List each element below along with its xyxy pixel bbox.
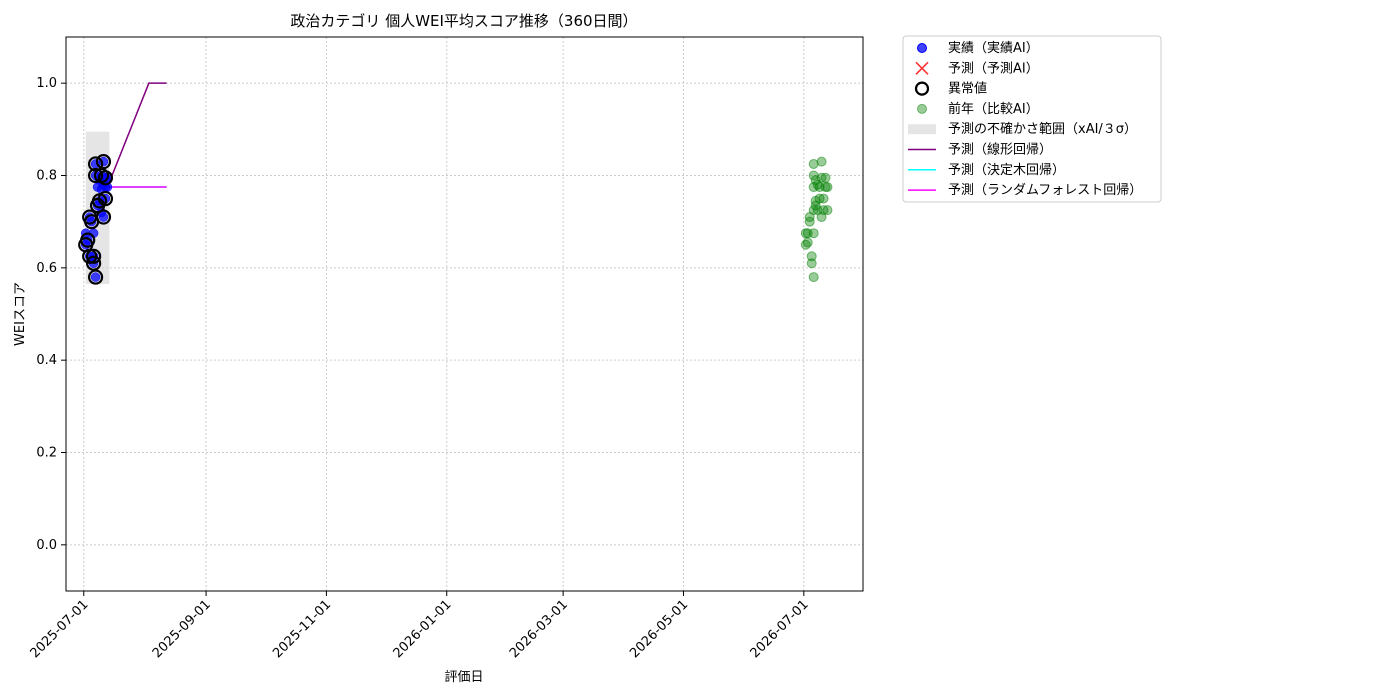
actual-point — [90, 272, 101, 282]
x-axis-ticks: 2025-07-01 2025-09-01 2025-11-01 2026-01-01… — [28, 591, 812, 661]
legend-label: 実績（実績AI） — [948, 40, 1039, 56]
grid-lines — [66, 37, 863, 591]
legend-label: 前年（比較AI） — [948, 101, 1039, 117]
y-tick-label: 0.6 — [36, 261, 57, 276]
y-tick-label: 0.0 — [36, 538, 57, 553]
legend-actual-symbol — [917, 43, 927, 53]
previous-year-point — [806, 258, 817, 269]
y-tick-label: 0.2 — [36, 446, 57, 461]
series-layer — [78, 82, 833, 285]
y-axis-ticks: 0.0 0.2 0.4 0.6 0.8 1.0 — [36, 76, 66, 553]
x-axis-label: 評価日 — [444, 670, 483, 685]
x-tick-label: 2025-09-01 — [150, 597, 214, 661]
previous-year-point — [822, 182, 833, 193]
x-tick-label: 2026-03-01 — [507, 597, 571, 661]
previous-year-point — [808, 228, 819, 239]
previous-year-point — [808, 272, 819, 283]
legend-label: 予測（ランダムフォレスト回帰） — [948, 182, 1142, 198]
y-axis-label: WEIスコア — [13, 282, 28, 346]
legend-label: 予測の不確かさ範囲（xAI/３σ） — [948, 121, 1137, 137]
legend: 実績（実績AI） 予測（予測AI） 異常値前年（比較AI） 予測の不確かさ範囲（xAI… — [902, 35, 1162, 203]
linear-regression-line — [106, 82, 167, 188]
previous-year-point — [820, 172, 831, 183]
actual-point — [98, 212, 109, 222]
legend-label: 予測（決定木回帰） — [948, 162, 1065, 178]
chart-title: 政治カテゴリ 個人WEI平均スコア推移（360日間） — [290, 12, 637, 30]
previous-year-point — [804, 216, 815, 227]
x-tick-label: 2026-07-01 — [748, 597, 812, 661]
y-tick-label: 0.8 — [36, 169, 57, 184]
previous-year-point — [816, 156, 827, 167]
plot-area-frame — [65, 36, 864, 592]
x-tick-label: 2025-07-01 — [28, 597, 92, 661]
previous-year-point — [818, 193, 829, 204]
y-tick-label: 0.4 — [36, 353, 57, 368]
legend-label: 異常値 — [948, 81, 987, 97]
legend-previous-year-symbol — [917, 103, 927, 114]
legend-label: 予測（線形回帰） — [948, 142, 1052, 158]
chart: 政治カテゴリ 個人WEI平均スコア推移（360日間） 2025-07-01 202… — [13, 12, 1162, 685]
x-tick-label: 2026-01-01 — [391, 597, 455, 661]
y-tick-label: 1.0 — [36, 76, 57, 91]
x-tick-label: 2025-11-01 — [270, 597, 334, 661]
legend-band-symbol — [908, 124, 936, 135]
legend-label: 予測（予測AI） — [948, 61, 1039, 76]
previous-year-point — [822, 205, 833, 216]
previous-year-point — [802, 237, 813, 248]
x-tick-label: 2026-05-01 — [627, 597, 691, 661]
